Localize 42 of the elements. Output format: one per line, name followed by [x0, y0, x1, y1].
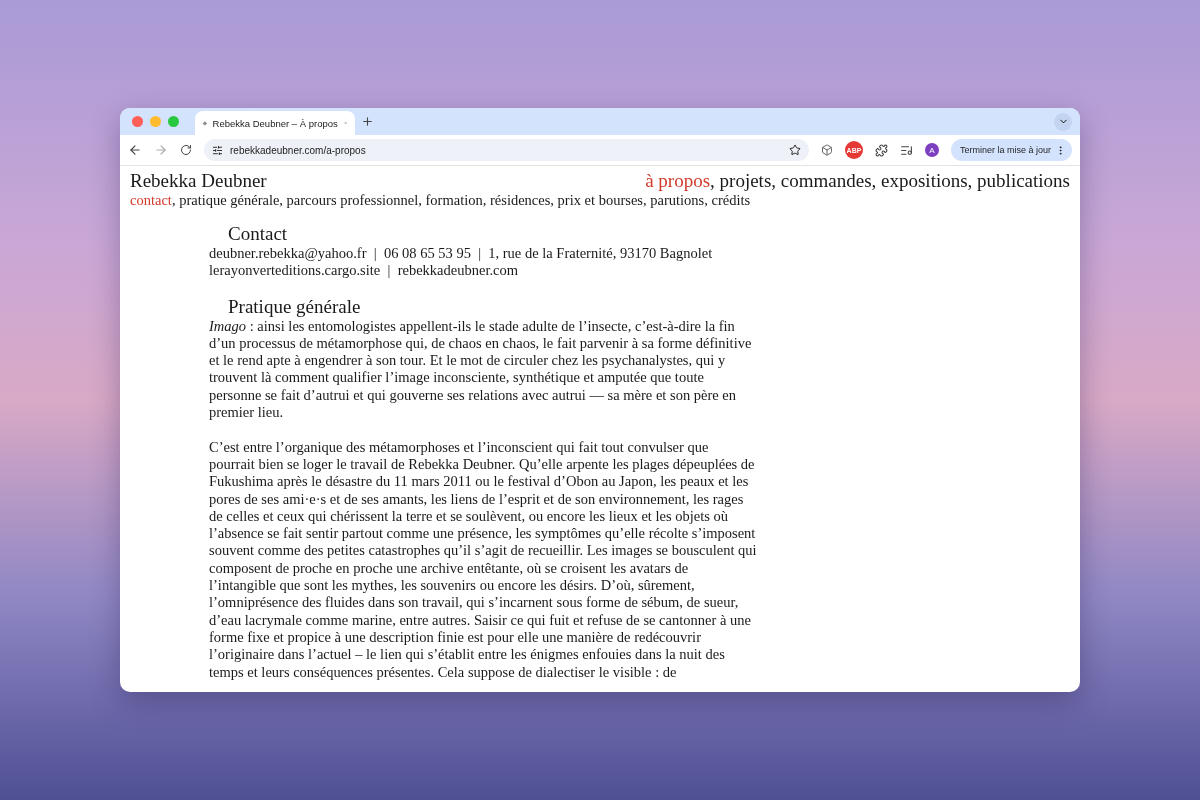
paragraph: Imago : ainsi les entomologistes appellent-ils le stade adulte de l’insecte, c’est-à-dire la fin d’un processus de métamorphose qui, de chaos en chaos, le fait parvenir à sa forme définitive et le rend apte à engendrer à son tour. Et le mot de circuler chez les psychanalystes, qui y trouvent là comment qualifier l’image inconsciente, synthétique et amputée que toute personne se fait d’autrui et qui gouverne ses relations avec autrui — sa mère et son père en premier lieu.	[209, 317, 753, 422]
browser-tab[interactable]: Rebekka Deubner – À propos	[195, 111, 355, 135]
nav-link[interactable]: contact	[130, 192, 172, 209]
bookmark-star-icon[interactable]	[788, 144, 801, 156]
separator-comma: ,	[771, 170, 777, 192]
separator-comma: ,	[871, 170, 877, 192]
contact-line: deubner.rebekka@yahoo.fr | 06 08 65 53 95 | 1, rue de la Fraternité, 93170 Bagnolet	[209, 245, 714, 263]
nav-link[interactable]: prix et bourses	[557, 192, 643, 209]
nav-link[interactable]: crédits	[711, 192, 751, 209]
update-button[interactable]: Terminer la mise à jour	[950, 139, 1072, 161]
separator-comma: ,	[482, 192, 487, 209]
nav-link[interactable]: publications	[977, 170, 1070, 192]
tab-title: Rebekka Deubner – À propos	[212, 117, 338, 129]
nav-link[interactable]: commandes	[780, 170, 872, 192]
nav-link[interactable]: projets	[719, 170, 772, 192]
tab-menu-button[interactable]	[1054, 112, 1072, 131]
profile-avatar[interactable]: A	[924, 143, 939, 157]
separator-comma: ,	[418, 192, 422, 209]
separator-comma: ,	[550, 192, 554, 209]
site-settings-icon[interactable]	[212, 144, 223, 156]
site-title[interactable]: Rebekka Deubner	[130, 170, 267, 192]
extensions-icon[interactable]	[874, 143, 888, 157]
address-bar[interactable]: rebekkadeubner.com/a-propos	[204, 139, 809, 161]
url-text: rebekkadeubner.com/a-propos	[230, 144, 367, 156]
box-icon[interactable]	[820, 144, 833, 156]
back-button[interactable]	[128, 143, 142, 157]
section-heading: Contact	[228, 223, 289, 245]
nav-link[interactable]: à propos	[645, 170, 711, 192]
new-tab-button[interactable]	[361, 115, 374, 128]
separator-comma: ,	[704, 192, 708, 209]
nav-link[interactable]: formation	[425, 192, 483, 209]
contact-line: lerayonverteditions.cargo.site | rebekkadeubner.com	[209, 262, 520, 280]
separator-comma: ,	[710, 170, 715, 192]
separator-comma: ,	[967, 170, 973, 192]
paragraph: C’est entre l’organique des métamorphoses et l’inconscient qui fait tout convulser que pourrait bien se loger le travail de Rebekka Deubner. Qu’elle arpente les plages dépeuplées de Fukushima après le désastre du 11 mars 2011 ou le festival d’Obon au Japon, les peaux et les pores de ses ami·e·s et de ses amants, les liens de l’esprit et de son environnement, les rages de celles et ceux qui chérissent la terre et se soulèvent, ou encore les lieux et les objets où l’absence se fait sentir partout comme une présence, les symptômes qu’elle récolte s’imposent souvent comme des petites catastrophes qu’il s’agit de recueillir. Les images se bousculent qui composent de proche en proche une archive entêtante, où se croisent les avatars de l’intangible que sont les mythes, les souvenirs ou encore les désirs. D’où, sûrement, l’omniprésence des fluides dans son travail, qui s’incarnent sous forme de sébum, de sueur, d’eau lacrymale comme marine, entre autres. Saisir ce qui fuit et refuse de se cantonner à une forme fixe et propice à une description finie est pour elle une manière de redécouvrir l’originaire dans l’actuel – le lien qui s’établit entre les énigmes enfouies dans la nuit des temps et leurs conséquences présentes. Cela suppose de dialectiser le visible : de	[209, 438, 757, 681]
separator-comma: ,	[279, 192, 283, 209]
reload-button[interactable]	[180, 144, 192, 156]
media-icon[interactable]	[899, 143, 913, 157]
nav-link[interactable]: expositions	[881, 170, 968, 192]
separator-comma: ,	[171, 192, 176, 209]
section-heading: Pratique générale	[228, 295, 362, 318]
separator-comma: ,	[643, 192, 647, 209]
